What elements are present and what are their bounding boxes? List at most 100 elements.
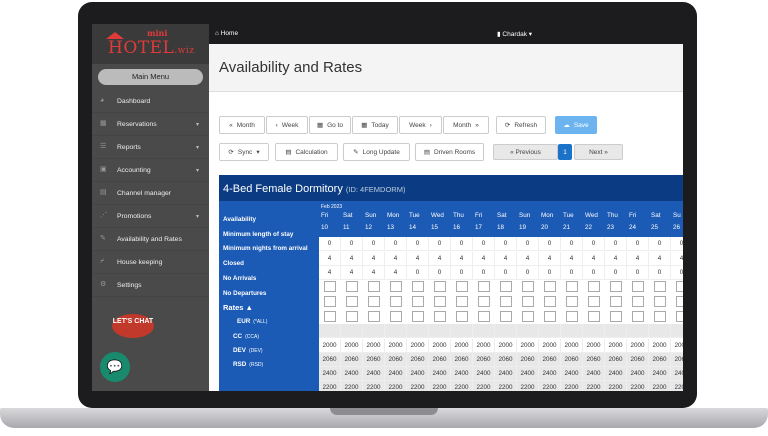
no-arrivals-checkbox[interactable]	[434, 296, 446, 307]
rate-cell-cc[interactable]: 2060	[341, 353, 363, 367]
no-arrivals-checkbox[interactable]	[500, 296, 512, 307]
rate-cell-eur[interactable]: 2000	[407, 339, 429, 353]
cell-min_stay[interactable]: 4	[407, 252, 429, 266]
rate-cell-dev[interactable]: 2400	[407, 367, 429, 381]
rate-cell-cc[interactable]: 2060	[495, 353, 517, 367]
rate-cell-eur[interactable]: 2000	[495, 339, 517, 353]
closed-checkbox[interactable]	[632, 281, 644, 292]
rate-cell-rsd[interactable]: 2200	[627, 381, 649, 391]
no-departures-checkbox[interactable]	[456, 311, 468, 322]
cell-availability[interactable]: 0	[495, 237, 517, 251]
rate-cell-cc[interactable]: 2060	[539, 353, 561, 367]
page-1-button[interactable]: 1	[558, 144, 572, 160]
closed-checkbox[interactable]	[390, 281, 402, 292]
closed-checkbox[interactable]	[456, 281, 468, 292]
rate-cell-rsd[interactable]: 2200	[583, 381, 605, 391]
cell-availability[interactable]: 0	[341, 237, 363, 251]
long-update-button[interactable]: ✎ Long Update	[343, 143, 410, 161]
rate-cell-cc[interactable]: 2060	[671, 353, 683, 367]
cell-min_arrival[interactable]: 0	[649, 266, 671, 280]
no-arrivals-checkbox[interactable]	[368, 296, 380, 307]
cell-min_arrival[interactable]: 4	[319, 266, 341, 280]
no-departures-checkbox[interactable]	[654, 311, 666, 322]
rate-cell-rsd[interactable]: 2200	[473, 381, 495, 391]
rate-cell-eur[interactable]: 2000	[341, 339, 363, 353]
closed-checkbox[interactable]	[500, 281, 512, 292]
closed-checkbox[interactable]	[654, 281, 666, 292]
rate-cell-eur[interactable]: 2000	[363, 339, 385, 353]
rate-cell-dev[interactable]: 2400	[517, 367, 539, 381]
rate-cell-dev[interactable]: 2400	[451, 367, 473, 381]
rate-cell-dev[interactable]: 2400	[363, 367, 385, 381]
home-link[interactable]: ⌂ Home	[215, 30, 238, 37]
user-menu[interactable]: ▮ Chardak ▾	[497, 30, 532, 38]
rate-cell-cc[interactable]: 2060	[429, 353, 451, 367]
no-departures-checkbox[interactable]	[346, 311, 358, 322]
closed-checkbox[interactable]	[478, 281, 490, 292]
cell-min_arrival[interactable]: 0	[407, 266, 429, 280]
save-button[interactable]: ☁ Save	[555, 116, 597, 134]
next-page-button[interactable]: Next »	[574, 144, 623, 160]
cell-min_arrival[interactable]: 0	[429, 266, 451, 280]
cell-availability[interactable]: 0	[385, 237, 407, 251]
rate-cell-rsd[interactable]: 2200	[605, 381, 627, 391]
rate-cell-cc[interactable]: 2060	[473, 353, 495, 367]
cell-min_stay[interactable]: 4	[561, 252, 583, 266]
no-departures-checkbox[interactable]	[522, 311, 534, 322]
closed-checkbox[interactable]	[324, 281, 336, 292]
cell-availability[interactable]: 0	[517, 237, 539, 251]
next-month-button[interactable]: Month »	[443, 116, 489, 134]
cell-min_stay[interactable]: 4	[583, 252, 605, 266]
no-departures-checkbox[interactable]	[368, 311, 380, 322]
no-arrivals-checkbox[interactable]	[478, 296, 490, 307]
rate-cell-cc[interactable]: 2060	[451, 353, 473, 367]
no-arrivals-checkbox[interactable]	[676, 296, 683, 307]
rate-cell-eur[interactable]: 2000	[451, 339, 473, 353]
cell-min_arrival[interactable]: 0	[495, 266, 517, 280]
cell-min_stay[interactable]: 4	[473, 252, 495, 266]
rate-cell-cc[interactable]: 2060	[517, 353, 539, 367]
closed-checkbox[interactable]	[368, 281, 380, 292]
cell-min_arrival[interactable]: 0	[605, 266, 627, 280]
no-departures-checkbox[interactable]	[676, 311, 683, 322]
no-departures-checkbox[interactable]	[566, 311, 578, 322]
rate-cell-dev[interactable]: 2400	[583, 367, 605, 381]
rate-cell-cc[interactable]: 2060	[583, 353, 605, 367]
today-button[interactable]: ▦ Today	[352, 116, 398, 134]
cell-availability[interactable]: 0	[539, 237, 561, 251]
rate-cell-dev[interactable]: 2400	[671, 367, 683, 381]
cell-availability[interactable]: 0	[649, 237, 671, 251]
rate-cell-rsd[interactable]: 2200	[451, 381, 473, 391]
cell-availability[interactable]: 0	[583, 237, 605, 251]
no-departures-checkbox[interactable]	[478, 311, 490, 322]
cell-min_arrival[interactable]: 0	[473, 266, 495, 280]
no-departures-checkbox[interactable]	[412, 311, 424, 322]
cell-min_stay[interactable]: 4	[627, 252, 649, 266]
rate-cell-dev[interactable]: 2400	[649, 367, 671, 381]
rate-cell-rsd[interactable]: 2200	[319, 381, 341, 391]
no-arrivals-checkbox[interactable]	[610, 296, 622, 307]
no-arrivals-checkbox[interactable]	[324, 296, 336, 307]
rate-cell-dev[interactable]: 2400	[429, 367, 451, 381]
closed-checkbox[interactable]	[346, 281, 358, 292]
rate-cell-dev[interactable]: 2400	[319, 367, 341, 381]
cell-min_stay[interactable]: 4	[495, 252, 517, 266]
no-arrivals-checkbox[interactable]	[412, 296, 424, 307]
rate-cell-eur[interactable]: 2000	[429, 339, 451, 353]
prev-week-button[interactable]: ‹ Week	[266, 116, 308, 134]
closed-checkbox[interactable]	[522, 281, 534, 292]
rate-cell-rsd[interactable]: 2200	[671, 381, 683, 391]
cell-availability[interactable]: 0	[429, 237, 451, 251]
rate-cell-cc[interactable]: 2060	[363, 353, 385, 367]
sidebar-item-reservations[interactable]: ▦ Reservations ▾	[92, 113, 209, 136]
rate-cell-rsd[interactable]: 2200	[649, 381, 671, 391]
chat-bubble-icon[interactable]: 💬	[100, 352, 130, 382]
rate-cell-eur[interactable]: 2000	[561, 339, 583, 353]
no-arrivals-checkbox[interactable]	[566, 296, 578, 307]
closed-checkbox[interactable]	[676, 281, 683, 292]
rate-cell-eur[interactable]: 2000	[583, 339, 605, 353]
rate-cell-cc[interactable]: 2060	[649, 353, 671, 367]
no-arrivals-checkbox[interactable]	[390, 296, 402, 307]
rate-cell-cc[interactable]: 2060	[605, 353, 627, 367]
driven-rooms-button[interactable]: ▤ Driven Rooms	[415, 143, 484, 161]
